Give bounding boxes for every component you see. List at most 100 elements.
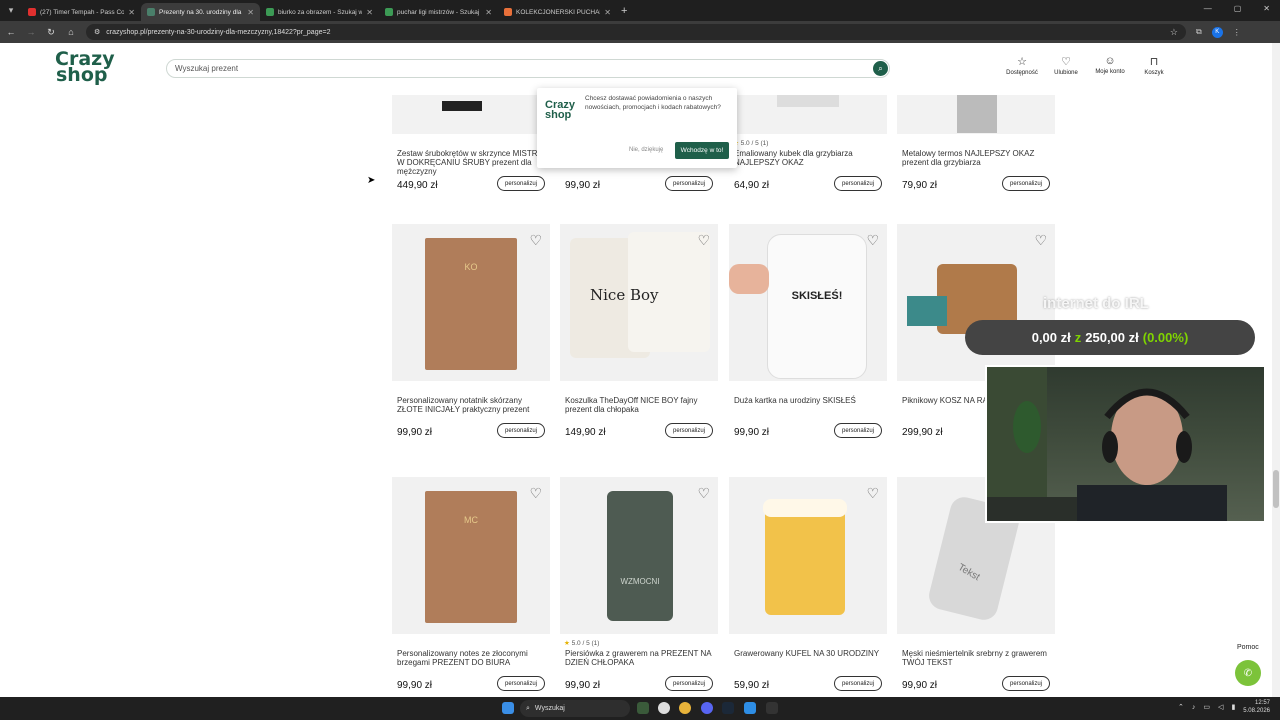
product-title[interactable]: Emaliowany kubek dla grzybiarza NAJLEPSZ… (734, 149, 884, 167)
page-scrollbar[interactable] (1272, 43, 1280, 697)
mic-icon[interactable]: ♪ (1192, 704, 1196, 711)
scrollbar-thumb[interactable] (1273, 470, 1279, 508)
back-icon[interactable]: ← (6, 27, 16, 37)
favorite-heart-icon[interactable]: ♡ (866, 232, 879, 249)
personalize-button[interactable]: personalizuj (834, 423, 882, 438)
app-icon[interactable] (744, 702, 756, 714)
search-input[interactable]: Wyszukaj prezent ⌕ (166, 59, 890, 78)
personalize-button[interactable]: personalizuj (1002, 176, 1050, 191)
product-image[interactable]: ♡ (729, 477, 887, 634)
product-image[interactable]: WZMOCNI ♡ (560, 477, 718, 634)
minimize-icon[interactable]: — (1204, 4, 1212, 13)
favorite-heart-icon[interactable]: ♡ (697, 232, 710, 249)
product-card[interactable]: Nice Boy ♡ Koszulka TheDayOff NICE BOY faj… (560, 224, 718, 445)
browser-tab[interactable]: (27) Timer Tempah - Pass Co ✕ (22, 3, 141, 21)
product-image[interactable]: Nice Boy ♡ (560, 224, 718, 381)
forward-icon[interactable]: → (26, 27, 36, 37)
steam-icon[interactable] (722, 702, 734, 714)
product-title[interactable]: Męski nieśmiertelnik srebrny z grawerem … (902, 649, 1052, 667)
personalize-button[interactable]: personalizuj (834, 676, 882, 691)
personalize-button[interactable]: personalizuj (665, 676, 713, 691)
personalize-button[interactable]: personalizuj (665, 423, 713, 438)
favorite-heart-icon[interactable]: ♡ (529, 232, 542, 249)
menu-icon[interactable]: ⋮ (1233, 28, 1241, 37)
windows-start-icon[interactable] (502, 702, 514, 714)
widgets-icon[interactable] (637, 702, 649, 714)
network-icon[interactable]: ▭ (1203, 703, 1210, 711)
product-title[interactable]: Koszulka TheDayOff NICE BOY fajny prezen… (565, 396, 715, 414)
help-label: Pomoc (1237, 644, 1259, 651)
header-accessibility-link[interactable]: ☆ Dostępność (1000, 55, 1044, 76)
rating-value: 5.0 / 5 (1) (571, 640, 600, 647)
help-chat-button[interactable]: ✆ (1235, 660, 1261, 686)
tray-arrow-icon[interactable]: ⌃ (1178, 703, 1184, 711)
product-title[interactable]: Duża kartka na urodziny SKISŁEŚ (734, 396, 884, 405)
browser-tab[interactable]: KOLEKCJONERSKI PUCHAR PIŁ ✕ (498, 3, 617, 21)
crazyshop-logo[interactable]: Crazy shop (55, 50, 115, 85)
product-card[interactable]: MC ♡ Personalizowany notes ze złoconymi br… (392, 477, 550, 697)
decline-button[interactable]: Nie, dziękuję (629, 147, 663, 153)
tab-title: (27) Timer Tempah - Pass Co (40, 8, 125, 16)
reload-icon[interactable]: ↻ (46, 27, 56, 38)
volume-icon[interactable]: ◁ (1218, 703, 1223, 711)
home-icon[interactable]: ⌂ (66, 27, 76, 37)
personalize-button[interactable]: personalizuj (497, 676, 545, 691)
product-image[interactable]: KO ♡ (392, 224, 550, 381)
browser-tab[interactable]: Prezenty na 30. urodziny dla m ✕ (141, 3, 260, 21)
favorite-heart-icon[interactable]: ♡ (866, 485, 879, 502)
product-image[interactable]: SKISŁEŚ! ♡ (729, 224, 887, 381)
product-price: 59,90 zł (734, 680, 770, 691)
personalize-button[interactable]: personalizuj (1002, 676, 1050, 691)
favorite-heart-icon[interactable]: ♡ (697, 485, 710, 502)
new-tab-button[interactable]: + (621, 5, 627, 17)
product-title[interactable]: Piersiówka z grawerem na PREZENT NA DZIE… (565, 649, 715, 667)
site-info-icon[interactable]: ⚙ (94, 28, 100, 36)
product-title[interactable]: Personalizowany notes ze złoconymi brzeg… (397, 649, 547, 667)
tab-search-icon[interactable]: ▾ (0, 0, 22, 21)
favorite-heart-icon[interactable]: ♡ (1034, 232, 1047, 249)
tab-close-icon[interactable]: ✕ (247, 8, 254, 17)
personalize-button[interactable]: personalizuj (834, 176, 882, 191)
product-card[interactable]: WZMOCNI ♡ ★ 5.0 / 5 (1) Piersiówka z grawer… (560, 477, 718, 697)
product-image[interactable]: ♡ (897, 224, 1055, 381)
header-user-link[interactable]: ☺ Moje konto (1088, 55, 1132, 76)
epic-games-icon[interactable] (766, 702, 778, 714)
product-card[interactable]: SKISŁEŚ! ♡ Duża kartka na urodziny SKISŁEŚ… (729, 224, 887, 445)
product-title[interactable]: Zestaw śrubokrętów w skrzynce MISTRZ W D… (397, 149, 547, 176)
tab-close-icon[interactable]: ✕ (604, 8, 611, 17)
chrome-icon[interactable] (679, 702, 691, 714)
header-bag-link[interactable]: ⊓ Koszyk (1132, 55, 1176, 76)
personalize-button[interactable]: personalizuj (497, 176, 545, 191)
discord-icon[interactable] (701, 702, 713, 714)
maximize-icon[interactable]: ▢ (1234, 4, 1242, 13)
product-title[interactable]: Grawerowany KUFEL NA 30 URODZINY (734, 649, 884, 658)
close-window-icon[interactable]: ✕ (1263, 4, 1270, 13)
tab-close-icon[interactable]: ✕ (366, 8, 373, 17)
tab-close-icon[interactable]: ✕ (128, 8, 135, 17)
product-card[interactable]: ♡ Grawerowany KUFEL NA 30 URODZINY 59,90 z… (729, 477, 887, 697)
personalize-button[interactable]: personalizuj (497, 423, 545, 438)
notification-popup: Crazy shop Chcesz dostawać powiadomienia… (537, 88, 737, 168)
window-controls: — ▢ ✕ (1194, 0, 1280, 17)
profile-avatar[interactable]: K (1211, 26, 1223, 38)
battery-icon[interactable]: ▮ (1231, 703, 1235, 711)
browser-tab[interactable]: puchar ligi mistrzów - Szukaj w ✕ (379, 3, 498, 21)
product-title[interactable]: Metalowy termos NAJLEPSZY OKAZ prezent d… (902, 149, 1052, 167)
product-title[interactable]: Personalizowany notatnik skórzany ZŁOTE … (397, 396, 547, 414)
webcam-overlay (985, 365, 1266, 523)
header-heart-link[interactable]: ♡ Ulubione (1044, 55, 1088, 76)
accept-button[interactable]: Wchodzę w to! (675, 142, 729, 159)
browser-tab[interactable]: biurko za obrazem - Szukaj w ✕ (260, 3, 379, 21)
product-card[interactable]: KO ♡ Personalizowany notatnik skórzany ZŁO… (392, 224, 550, 445)
obs-icon[interactable] (658, 702, 670, 714)
extensions-icon[interactable]: ⧉ (1196, 27, 1202, 37)
address-bar[interactable]: ⚙ crazyshop.pl/prezenty-na-30-urodziny-d… (86, 24, 1186, 40)
bookmark-star-icon[interactable]: ☆ (1170, 27, 1178, 38)
clock[interactable]: 12:57 5.08.2026 (1243, 699, 1270, 715)
product-image[interactable]: MC ♡ (392, 477, 550, 634)
favorite-heart-icon[interactable]: ♡ (529, 485, 542, 502)
taskbar-search[interactable]: ⌕ Wyszukaj (520, 700, 630, 717)
search-icon[interactable]: ⌕ (873, 61, 888, 76)
tab-close-icon[interactable]: ✕ (485, 8, 492, 17)
personalize-button[interactable]: personalizuj (665, 176, 713, 191)
